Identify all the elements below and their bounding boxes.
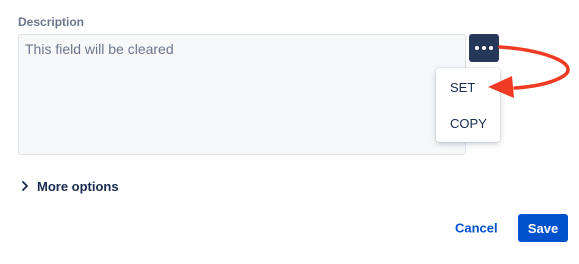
description-placeholder: This field will be cleared bbox=[25, 41, 174, 57]
more-options-toggle[interactable]: More options bbox=[20, 176, 119, 196]
cancel-button[interactable]: Cancel bbox=[455, 221, 498, 236]
menu-item-set[interactable]: SET bbox=[436, 74, 500, 102]
field-actions-menu: SET COPY bbox=[436, 68, 500, 142]
field-actions-button[interactable] bbox=[469, 34, 499, 62]
description-label: Description bbox=[18, 15, 85, 29]
save-button[interactable]: Save bbox=[518, 214, 568, 242]
chevron-right-icon bbox=[20, 180, 30, 192]
edit-description-panel: Description This field will be cleared S… bbox=[0, 0, 579, 264]
more-horizontal-icon bbox=[475, 46, 493, 50]
more-options-label: More options bbox=[37, 178, 119, 194]
menu-item-copy[interactable]: COPY bbox=[436, 110, 500, 138]
description-textarea[interactable]: This field will be cleared bbox=[18, 34, 466, 155]
